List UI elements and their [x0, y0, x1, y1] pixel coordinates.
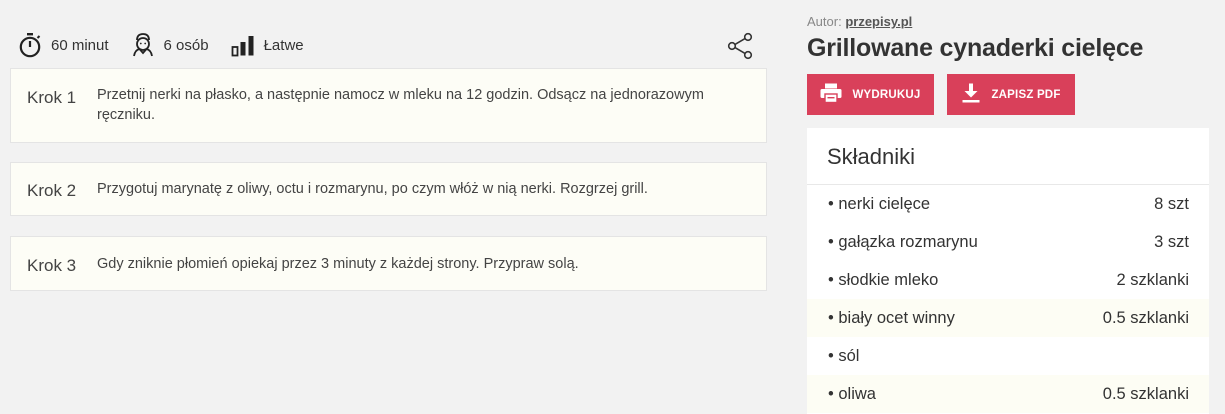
ingredient-quantity: 0.5 szklanki: [1102, 308, 1189, 327]
meta-difficulty-text: Łatwe: [263, 36, 304, 54]
difficulty-bars-icon: [231, 33, 255, 57]
chef-icon: [131, 32, 155, 58]
step-label: Krok 3: [27, 256, 77, 275]
ingredient-row: • sól: [807, 337, 1209, 375]
ingredient-quantity: 8 szt: [1154, 194, 1189, 213]
share-button[interactable]: [726, 32, 754, 60]
ingredients-list: • nerki cielęce 8 szt • gałązka rozmaryn…: [807, 185, 1209, 413]
share-icon: [726, 32, 754, 64]
meta-difficulty: Łatwe: [231, 33, 304, 57]
meta-time: 60 minut: [18, 32, 109, 58]
step-1: Krok 1 Przetnij nerki na płasko, a nastę…: [10, 68, 767, 143]
step-label: Krok 2: [27, 181, 77, 200]
step-text: Przygotuj marynatę z oliwy, octu i rozma…: [97, 181, 648, 197]
print-button-label: WYDRUKUJ: [852, 88, 921, 101]
printer-icon: [820, 83, 852, 106]
ingredients-panel: Składniki • nerki cielęce 8 szt • gałązk…: [807, 128, 1209, 414]
ingredients-heading: Składniki: [827, 144, 916, 169]
ingredient-row: • gałązka rozmarynu 3 szt: [807, 223, 1209, 261]
download-icon: [961, 83, 991, 106]
ingredient-name: • sól: [828, 346, 860, 365]
print-button[interactable]: WYDRUKUJ: [807, 74, 934, 115]
ingredient-quantity: 2 szklanki: [1116, 270, 1189, 289]
ingredient-row: • oliwa 0.5 szklanki: [807, 375, 1209, 413]
meta-servings-text: 6 osób: [163, 36, 209, 54]
step-2: Krok 2 Przygotuj marynatę z oliwy, octu …: [10, 162, 767, 216]
stopwatch-icon: [18, 32, 42, 58]
author-line: Autor: przepisy.pl: [807, 14, 912, 29]
recipe-steps-column: 60 minut 6 osób Łatwe Krok 1 Przetnij ne…: [10, 0, 767, 414]
author-label: Autor:: [807, 14, 842, 29]
step-label: Krok 1: [27, 88, 77, 107]
ingredient-quantity: 0.5 szklanki: [1102, 384, 1189, 403]
save-pdf-button[interactable]: ZAPISZ PDF: [947, 74, 1075, 115]
author-link[interactable]: przepisy.pl: [845, 14, 912, 29]
recipe-title: Grillowane cynaderki cielęce: [807, 34, 1144, 62]
ingredient-name: • oliwa: [828, 384, 876, 403]
ingredient-row: • słodkie mleko 2 szklanki: [807, 261, 1209, 299]
meta-servings: 6 osób: [131, 32, 209, 58]
step-3: Krok 3 Gdy zniknie płomień opiekaj przez…: [10, 236, 767, 291]
ingredient-name: • biały ocet winny: [828, 308, 955, 327]
recipe-sidebar: Autor: przepisy.pl Grillowane cynaderki …: [807, 0, 1209, 414]
ingredient-row: • nerki cielęce 8 szt: [807, 185, 1209, 223]
step-text: Gdy zniknie płomień opiekaj przez 3 minu…: [97, 256, 579, 272]
ingredient-name: • gałązka rozmarynu: [828, 232, 978, 251]
ingredient-quantity: 3 szt: [1154, 232, 1189, 251]
ingredient-row: • biały ocet winny 0.5 szklanki: [807, 299, 1209, 337]
meta-time-text: 60 minut: [51, 36, 109, 54]
recipe-meta: 60 minut 6 osób Łatwe: [18, 30, 326, 60]
ingredient-name: • słodkie mleko: [828, 270, 939, 289]
ingredient-name: • nerki cielęce: [828, 194, 931, 213]
save-pdf-button-label: ZAPISZ PDF: [991, 88, 1061, 101]
step-text: Przetnij nerki na płasko, a następnie na…: [97, 87, 704, 123]
